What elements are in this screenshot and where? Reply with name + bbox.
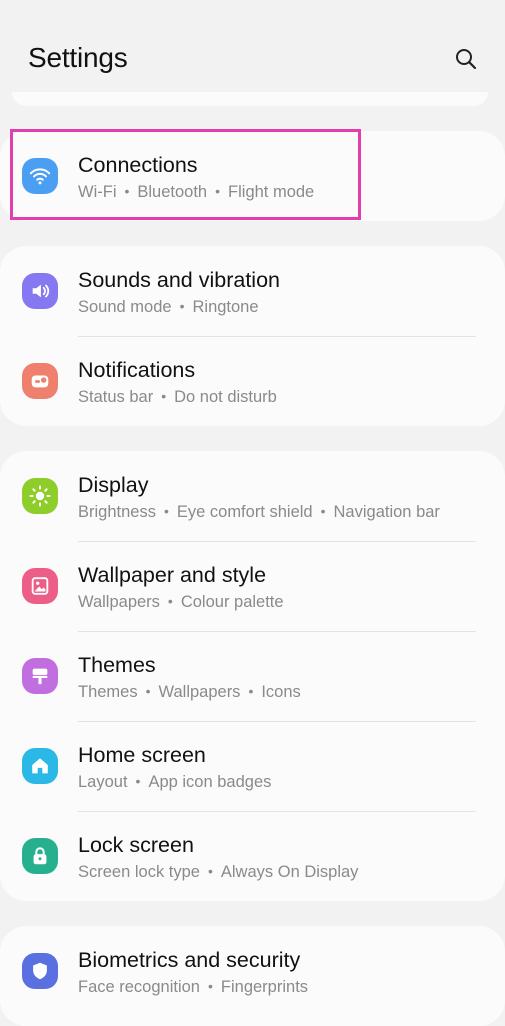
settings-item-notifications[interactable]: Notifications Status bar • Do not disturb	[0, 336, 505, 426]
lock-icon	[22, 838, 58, 874]
subtitle-part: Do not disturb	[174, 388, 277, 406]
settings-item-lock-screen[interactable]: Lock screen Screen lock type • Always On D…	[0, 811, 505, 901]
item-title: Home screen	[78, 743, 206, 767]
settings-item-wallpaper[interactable]: Wallpaper and style Wallpapers • Colour pa…	[0, 541, 505, 631]
image-icon	[22, 568, 58, 604]
item-subtitle: Status bar • Do not disturb	[78, 388, 277, 406]
item-subtitle: Face recognition • Fingerprints	[78, 978, 309, 996]
search-button[interactable]	[452, 45, 480, 73]
item-title: Display	[78, 473, 149, 497]
subtitle-part: Icons	[261, 683, 301, 701]
subtitle-part: Sound mode	[78, 298, 172, 316]
subtitle-part: Screen lock type	[78, 863, 200, 881]
subtitle-part: Ringtone	[192, 298, 259, 316]
item-subtitle: Wallpapers • Colour palette	[78, 593, 284, 611]
subtitle-part: Always On Display	[220, 863, 359, 881]
notification-icon	[22, 363, 58, 399]
item-subtitle: Sound mode • Ringtone	[78, 298, 259, 316]
page-title: Settings	[28, 42, 128, 73]
settings-item-home-screen[interactable]: Home screen Layout • App icon badges	[0, 721, 505, 811]
item-subtitle: Layout • App icon badges	[78, 773, 272, 791]
settings-group-sounds: Sounds and vibration Sound mode • Ringtone…	[0, 246, 505, 426]
sun-icon	[22, 478, 58, 514]
subtitle-part: Wallpapers	[78, 593, 160, 611]
header: Settings	[0, 0, 505, 100]
subtitle-part: Brightness	[78, 503, 156, 521]
item-title: Wallpaper and style	[78, 563, 267, 587]
settings-group-security: Biometrics and security Face recognition…	[0, 926, 505, 1026]
settings-group-display: Display Brightness • Eye comfort shield • Na…	[0, 451, 505, 901]
subtitle-part: Face recognition	[78, 978, 200, 996]
subtitle-part: Wallpapers	[158, 683, 241, 701]
subtitle-part: Eye comfort shield	[176, 503, 313, 521]
home-icon	[22, 748, 58, 784]
subtitle-part: App icon badges	[148, 773, 272, 791]
item-title: Biometrics and security	[78, 948, 301, 972]
previous-card-edge	[12, 92, 488, 106]
item-subtitle: Themes • Wallpapers • Icons	[78, 683, 301, 701]
item-title: Sounds and vibration	[78, 268, 281, 292]
subtitle-part: Colour palette	[180, 593, 284, 611]
volume-icon	[22, 273, 58, 309]
shield-icon	[22, 953, 58, 989]
item-subtitle: Screen lock type • Always On Display	[78, 863, 359, 881]
item-title: Notifications	[78, 358, 196, 382]
settings-item-biometrics[interactable]: Biometrics and security Face recognition…	[0, 926, 505, 1016]
subtitle-part: Layout	[78, 773, 128, 791]
subtitle-part: Navigation bar	[333, 503, 440, 521]
brush-icon	[22, 658, 58, 694]
search-icon	[456, 49, 477, 70]
settings-item-display[interactable]: Display Brightness • Eye comfort shield • Na…	[0, 451, 505, 541]
settings-item-themes[interactable]: Themes Themes • Wallpapers • Icons	[0, 631, 505, 721]
item-title: Themes	[78, 653, 156, 677]
highlight-box	[10, 129, 361, 220]
item-subtitle: Brightness • Eye comfort shield • Navigation…	[78, 503, 440, 521]
subtitle-part: Fingerprints	[220, 978, 309, 996]
settings-item-sounds[interactable]: Sounds and vibration Sound mode • Ringtone	[0, 246, 505, 336]
subtitle-part: Status bar	[78, 388, 154, 406]
item-title: Lock screen	[78, 833, 194, 857]
subtitle-part: Themes	[78, 683, 138, 701]
